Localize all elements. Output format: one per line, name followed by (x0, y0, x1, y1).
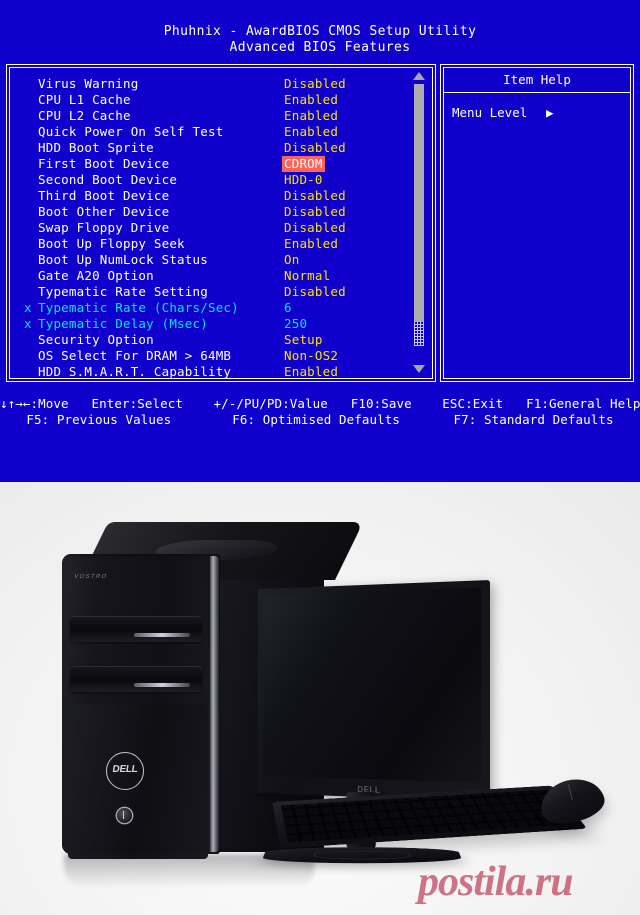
option-value[interactable]: CDROM (282, 156, 325, 172)
optical-drive-bay-2 (70, 666, 202, 692)
key-legend-line-2: F5: Previous Values F6: Optimised Defaul… (26, 412, 614, 427)
option-value[interactable]: HDD-0 (284, 172, 323, 188)
bios-option-row[interactable]: First Boot Device CDROM (6, 156, 436, 172)
monitor-screen (263, 587, 482, 783)
bios-option-row[interactable]: Quick Power On Self Test Enabled (6, 124, 436, 140)
option-label: Virus Warning (38, 76, 139, 91)
optical-drive-bay-1 (70, 616, 202, 642)
option-label: HDD S.M.A.R.T. Capability (38, 364, 232, 379)
monitor-bezel: DELL (257, 580, 490, 802)
option-label: Boot Up Floppy Seek (38, 236, 185, 251)
option-value[interactable]: Disabled (284, 76, 346, 92)
option-value[interactable]: 6 (284, 300, 292, 316)
option-value[interactable]: 250 (284, 316, 307, 332)
bios-option-row[interactable]: Second Boot Device HDD-0 (6, 172, 436, 188)
scroll-up-arrow-icon[interactable] (413, 72, 425, 80)
option-label: Typematic Rate Setting (38, 284, 208, 299)
bios-option-row[interactable]: Gate A20 Option Normal (6, 268, 436, 284)
option-label: Second Boot Device (38, 172, 178, 187)
options-scrollbar[interactable] (411, 70, 427, 375)
bios-title: Phuhnix - AwardBIOS CMOS Setup Utility (163, 24, 477, 39)
option-value[interactable]: Non-OS2 (284, 348, 338, 364)
power-icon (123, 811, 127, 819)
option-label: Swap Floppy Drive (38, 220, 170, 235)
bios-option-row[interactable]: Third Boot Device Disabled (6, 188, 436, 204)
option-value[interactable]: Disabled (284, 140, 346, 156)
bios-option-row[interactable]: OS Select For DRAM > 64MB Non-OS2 (6, 348, 436, 364)
tower-series-label: VOSTRO (73, 574, 109, 580)
site-watermark: postila.ru (418, 859, 574, 905)
bios-option-row[interactable]: Virus Warning Disabled (6, 76, 436, 92)
bios-option-row[interactable]: Typematic Rate Setting Disabled (6, 284, 436, 300)
option-label: HDD Boot Sprite (38, 140, 154, 155)
tower-front-chrome-edge (210, 556, 219, 852)
scrollbar-thumb[interactable] (414, 84, 424, 346)
mouse-button-split (567, 784, 574, 801)
option-label: Gate A20 Option (38, 268, 154, 283)
bios-option-row[interactable]: CPU L2 Cache Enabled (6, 108, 436, 124)
option-label: Security Option (38, 332, 154, 347)
scrollbar-dither-region (414, 322, 424, 346)
bios-option-row[interactable]: CPU L1 Cache Enabled (6, 92, 436, 108)
product-photo: VOSTRO DELL DELL (0, 482, 640, 915)
option-value[interactable]: Disabled (284, 204, 346, 220)
bios-option-row[interactable]: HDD Boot Sprite Disabled (6, 140, 436, 156)
option-disabled-marker: x (24, 300, 32, 315)
option-disabled-marker: x (24, 316, 32, 331)
option-value[interactable]: Enabled (284, 236, 338, 252)
bios-setup-screen: Phuhnix - AwardBIOS CMOS Setup Utility A… (0, 0, 640, 482)
bios-option-row[interactable]: x Typematic Delay (Msec) 250 (6, 316, 436, 332)
item-help-separator (443, 92, 631, 93)
menu-level-label: Menu Level (452, 105, 528, 120)
bios-option-row[interactable]: Boot Other Device Disabled (6, 204, 436, 220)
option-label: First Boot Device (38, 156, 170, 171)
option-label: CPU L2 Cache (38, 108, 131, 123)
tower-dell-logo: DELL (106, 752, 144, 790)
item-help-title: Item Help (503, 72, 571, 87)
bios-option-row[interactable]: Security Option Setup (6, 332, 436, 348)
option-value[interactable]: Setup (284, 332, 323, 348)
option-value[interactable]: Disabled (284, 188, 346, 204)
option-label: Quick Power On Self Test (38, 124, 224, 139)
option-value[interactable]: Enabled (284, 364, 338, 380)
tower-brand-label: DELL (111, 764, 139, 775)
option-label: Boot Up NumLock Status (38, 252, 208, 267)
tower-front-panel: VOSTRO DELL (62, 554, 220, 859)
bios-option-row[interactable]: Boot Up Floppy Seek Enabled (6, 236, 436, 252)
option-value[interactable]: Disabled (284, 220, 346, 236)
option-label: Boot Other Device (38, 204, 170, 219)
bay-eject-strip (134, 633, 190, 637)
bios-option-row[interactable]: Swap Floppy Drive Disabled (6, 220, 436, 236)
option-value[interactable]: Disabled (284, 284, 346, 300)
bios-option-row[interactable]: Boot Up NumLock Status On (6, 252, 436, 268)
menu-level-arrow-icon: ▶ (546, 105, 554, 120)
bios-option-row[interactable]: x Typematic Rate (Chars/Sec) 6 (6, 300, 436, 316)
bios-option-row[interactable]: HDD S.M.A.R.T. Capability Enabled (6, 364, 436, 380)
bios-options-list[interactable]: Virus Warning Disabled CPU L1 Cache Enabled… (6, 64, 436, 382)
option-value[interactable]: Enabled (284, 92, 338, 108)
option-label: CPU L1 Cache (38, 92, 131, 107)
tower-power-button (117, 808, 132, 823)
key-legend-line-1: ↓↑→←:Move Enter:Select +/-/PU/PD:Value F… (0, 396, 640, 411)
bios-subtitle: Advanced BIOS Features (229, 40, 411, 55)
scroll-down-arrow-icon[interactable] (413, 365, 425, 373)
option-value[interactable]: Normal (284, 268, 330, 284)
option-value[interactable]: Enabled (284, 108, 338, 124)
option-value[interactable]: On (284, 252, 299, 268)
monitor-base-inset (313, 850, 411, 860)
option-label: Typematic Delay (Msec) (38, 316, 208, 331)
option-label: Typematic Rate (Chars/Sec) (38, 300, 239, 315)
option-value[interactable]: Enabled (284, 124, 338, 140)
bay-eject-strip (134, 683, 190, 687)
option-label: OS Select For DRAM > 64MB (38, 348, 232, 363)
option-label: Third Boot Device (38, 188, 170, 203)
